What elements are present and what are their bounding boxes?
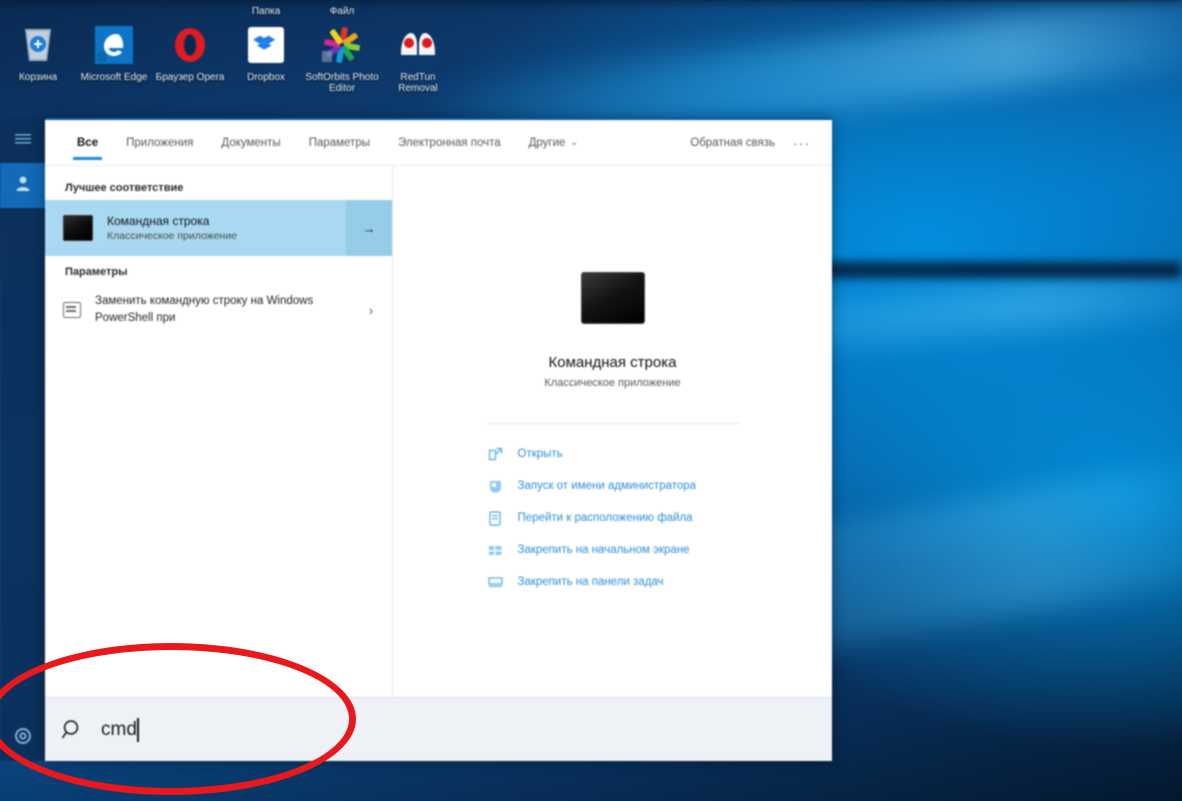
action-open-file-location[interactable]: Перейти к расположению файла [487, 502, 739, 534]
tab-label: Другие [528, 136, 566, 149]
desktop-icon-label: Браузер Opera [155, 72, 225, 83]
tab-all[interactable]: Все [63, 120, 112, 166]
settings-gear-icon [14, 727, 32, 750]
action-label: Открыть [517, 448, 563, 460]
result-subtitle: Классическое приложение [107, 229, 238, 242]
desktop: Папка Файл Корзина Microsoft Edge Браузе… [0, 0, 1182, 801]
desktop-icon-row: Корзина Microsoft Edge Браузер Opera Dro… [0, 16, 470, 94]
search-input[interactable] [101, 718, 139, 741]
overflow-menu-button[interactable]: ··· [785, 135, 818, 151]
desktop-icon-dropbox[interactable]: Dropbox [228, 16, 304, 94]
recycle-bin-icon [15, 22, 61, 68]
desktop-icon-microsoft-edge[interactable]: Microsoft Edge [76, 16, 152, 94]
desktop-icon-label: Microsoft Edge [80, 72, 148, 83]
group-header-settings: Параметры [65, 266, 128, 278]
setting-label: Заменить командную строку на Windows Pow… [95, 295, 314, 324]
desktop-icon-recycle-bin[interactable]: Корзина [0, 16, 76, 94]
action-run-as-administrator[interactable]: Запуск от имени администратора [487, 470, 739, 502]
tab-label: Приложения [126, 136, 194, 149]
desktop-cut-row: Папка Файл [0, 0, 470, 16]
result-row-powershell-setting[interactable]: Заменить командную строку на Windows Pow… [45, 284, 392, 336]
hamburger-menu-button[interactable] [0, 118, 45, 163]
action-label: Закрепить на панели задач [517, 576, 664, 588]
result-title: Командная строка [107, 213, 210, 228]
desktop-icon-label: SoftOrbits Photo Editor [305, 72, 379, 94]
action-pin-to-taskbar[interactable]: Закрепить на панели задач [487, 566, 739, 598]
search-results-column: Лучшее соответствие Командная строка Кла… [45, 166, 393, 697]
group-header-best-match: Лучшее соответствие [65, 182, 184, 194]
settings-gear-button[interactable] [0, 716, 45, 761]
desktop-cut-label: Папка [251, 6, 281, 16]
start-menu-rail [0, 118, 45, 761]
preview-action-list: Открыть Запуск от имени администратора П… [487, 438, 739, 598]
dropbox-icon [243, 22, 289, 68]
result-row-command-prompt[interactable]: Командная строка Классическое приложение… [45, 200, 392, 256]
result-expand-button[interactable]: → [346, 200, 392, 256]
tab-label: Все [77, 136, 99, 149]
action-label: Перейти к расположению файла [517, 512, 693, 524]
tab-email[interactable]: Электронная почта [384, 120, 515, 166]
action-label: Запуск от имени администратора [517, 480, 697, 492]
arrow-right-icon: → [362, 220, 376, 236]
microsoft-edge-icon [91, 22, 137, 68]
tab-more[interactable]: Другие ⌄ [515, 120, 592, 166]
search-icon [45, 718, 101, 742]
chevron-right-icon: › [368, 302, 374, 318]
windows-search-panel: Все Приложения Документы Параметры Элект… [45, 118, 832, 761]
settings-list-icon [63, 302, 81, 318]
search-tabbar: Все Приложения Документы Параметры Элект… [45, 120, 832, 166]
desktop-cut-label: Файл [329, 6, 355, 16]
user-account-button[interactable] [0, 163, 45, 208]
tab-label: Параметры [308, 136, 370, 149]
search-box-row[interactable] [45, 697, 832, 761]
preview-title: Командная строка [548, 354, 677, 371]
command-prompt-icon [580, 272, 645, 324]
action-pin-to-start[interactable]: Закрепить на начальном экране [487, 534, 739, 566]
folder-location-icon [487, 510, 504, 526]
user-account-icon [14, 174, 32, 197]
preview-divider [486, 423, 739, 424]
tab-settings[interactable]: Параметры [295, 120, 384, 166]
chevron-down-icon: ⌄ [570, 137, 578, 147]
desktop-icon-label: Dropbox [247, 72, 285, 83]
command-prompt-icon [63, 215, 93, 241]
action-label: Закрепить на начальном экране [517, 544, 690, 556]
pin-start-icon [487, 543, 504, 558]
tab-label: Документы [221, 136, 281, 149]
feedback-button[interactable]: Обратная связь [680, 137, 785, 149]
pin-taskbar-icon [487, 575, 504, 590]
desktop-icon-grid: Папка Файл Корзина Microsoft Edge Браузе… [0, 0, 470, 94]
open-icon [487, 447, 504, 462]
tab-apps[interactable]: Приложения [112, 120, 207, 166]
hamburger-icon [14, 132, 31, 150]
shield-admin-icon [487, 479, 504, 494]
preview-subtitle: Классическое приложение [544, 377, 681, 389]
search-preview-pane: Командная строка Классическое приложение [393, 166, 832, 697]
opera-browser-icon [167, 22, 213, 68]
tab-documents[interactable]: Документы [207, 120, 294, 166]
desktop-icon-label: Корзина [18, 72, 58, 83]
red-tool-icon [395, 22, 441, 68]
action-open[interactable]: Открыть [487, 438, 739, 470]
tab-label: Электронная почта [398, 136, 501, 149]
desktop-icon-label: RedTun Removal [398, 72, 438, 94]
photo-editor-icon [319, 22, 365, 68]
desktop-icon-opera[interactable]: Браузер Opera [152, 16, 228, 94]
desktop-icon-red-tool[interactable]: RedTun Removal [380, 16, 456, 94]
text-cursor [137, 717, 139, 742]
desktop-icon-photo-editor[interactable]: SoftOrbits Photo Editor [304, 16, 380, 94]
